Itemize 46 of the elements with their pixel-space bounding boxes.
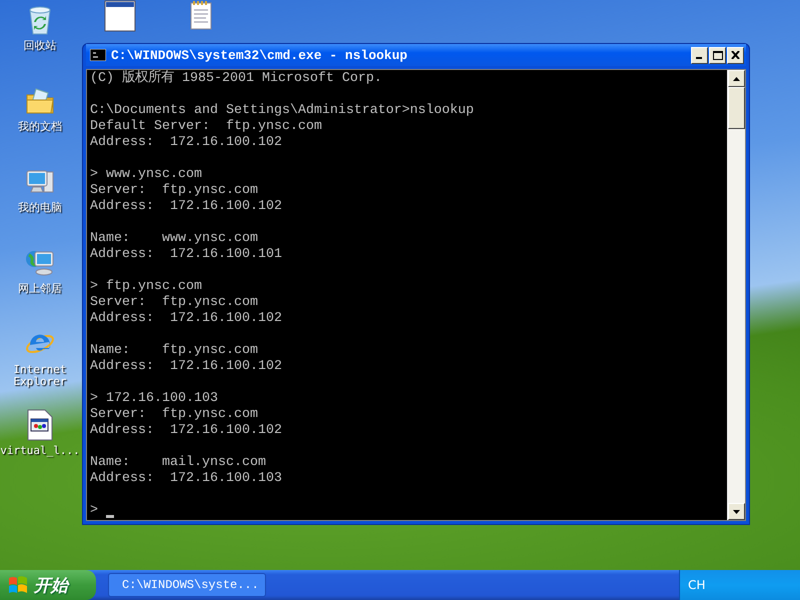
window-icon[interactable] bbox=[104, 0, 136, 32]
scrollbar-thumb[interactable] bbox=[728, 87, 745, 129]
icon-label: 我的文档 bbox=[18, 121, 62, 133]
console-line: Address: 172.16.100.102 bbox=[90, 199, 283, 215]
start-button[interactable]: 开始 bbox=[0, 570, 96, 600]
maximize-icon bbox=[712, 50, 722, 60]
console-line: Name: www.ynsc.com bbox=[90, 231, 259, 247]
icon-label: virtual_l... bbox=[0, 445, 80, 457]
console-line: C:\Documents and Settings\Administrator>nslookup bbox=[90, 103, 475, 119]
window-title: C:\WINDOWS\system32\cmd.exe - nslookup bbox=[111, 48, 408, 62]
icon-label: 我的电脑 bbox=[18, 202, 62, 214]
icon-label: 网上邻居 bbox=[18, 283, 62, 295]
scroll-down-button[interactable] bbox=[728, 503, 745, 520]
windows-flag-icon bbox=[8, 576, 28, 594]
console-line: Address: 172.16.100.102 bbox=[90, 423, 283, 439]
minimize-button[interactable] bbox=[691, 46, 708, 64]
close-icon bbox=[731, 51, 740, 59]
console-line: Address: 172.16.100.102 bbox=[90, 135, 283, 151]
close-button[interactable] bbox=[727, 46, 744, 64]
document-file-icon[interactable] bbox=[27, 409, 53, 441]
console-line: > ftp.ynsc.com bbox=[90, 279, 203, 295]
console-line: Address: 172.16.100.102 bbox=[90, 359, 283, 375]
console-prompt: > bbox=[90, 503, 98, 519]
notepad-icon[interactable] bbox=[190, 0, 212, 30]
console-line: > www.ynsc.com bbox=[90, 167, 203, 183]
console-line: Address: 172.16.100.103 bbox=[90, 471, 283, 487]
console-line: Server: ftp.ynsc.com bbox=[90, 407, 259, 423]
console-line: (C) 版权所有 1985-2001 Microsoft Corp. bbox=[90, 71, 383, 87]
console-line: Default Server: ftp.ynsc.com bbox=[90, 119, 323, 135]
console-line: Address: 172.16.100.101 bbox=[90, 247, 283, 263]
text-cursor bbox=[106, 515, 114, 518]
console-line: Address: 172.16.100.102 bbox=[90, 311, 283, 327]
console-line: Name: ftp.ynsc.com bbox=[90, 343, 259, 359]
icon-label: 回收站 bbox=[24, 40, 56, 52]
icon-label: Internet Explorer bbox=[12, 364, 68, 388]
maximize-button[interactable] bbox=[709, 46, 726, 64]
up-arrow-icon bbox=[733, 76, 740, 80]
console-app-icon bbox=[90, 49, 106, 61]
scroll-up-button[interactable] bbox=[728, 70, 745, 87]
console-line: Server: ftp.ynsc.com bbox=[90, 183, 259, 199]
console-line: Name: mail.ynsc.com bbox=[90, 455, 267, 471]
down-arrow-icon bbox=[733, 510, 740, 514]
language-indicator[interactable]: CH bbox=[688, 578, 706, 592]
console-line: > 172.16.100.103 bbox=[90, 391, 219, 407]
console-line: Server: ftp.ynsc.com bbox=[90, 295, 259, 311]
taskbar-button[interactable]: C:\WINDOWS\syste... bbox=[108, 573, 266, 597]
